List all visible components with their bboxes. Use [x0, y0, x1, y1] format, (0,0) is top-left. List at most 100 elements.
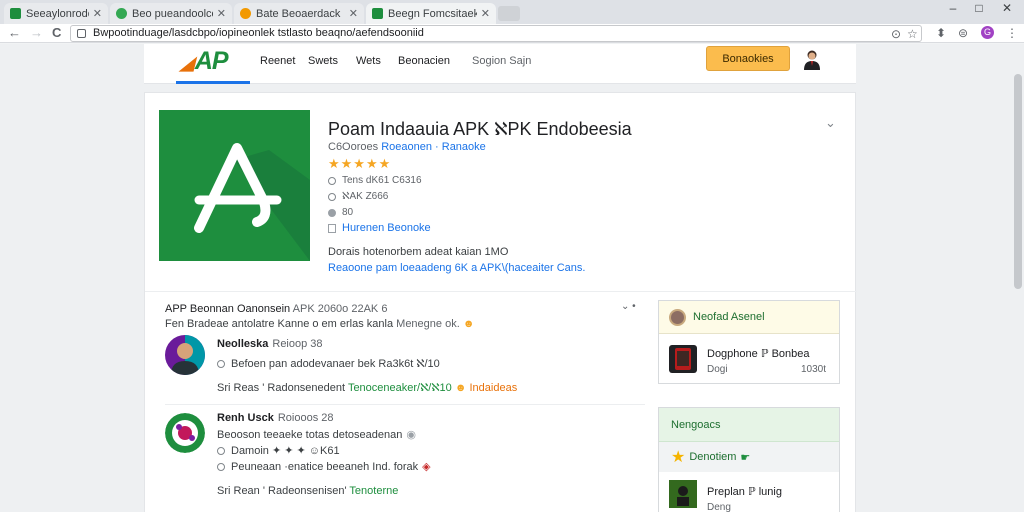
site-info-icon[interactable] — [77, 29, 86, 38]
menu-item-3[interactable]: Wets — [356, 55, 381, 67]
forward-button[interactable]: → — [30, 25, 43, 41]
version-icon — [328, 208, 336, 217]
size-icon — [328, 192, 336, 201]
person-avatar-icon — [804, 50, 820, 70]
pointer-icon: ☛ — [740, 451, 751, 464]
reviewer-avatar[interactable] — [165, 413, 205, 453]
sidebar-featured-row[interactable]: ★ Denotiem ☛ — [659, 442, 839, 472]
review-text-2: Damoin ✦ ✦ ✦ ☺K61 — [217, 444, 340, 457]
tab-favicon-icon — [10, 8, 21, 19]
menu-item-2[interactable]: Swets — [308, 55, 338, 67]
app-category-link[interactable]: Roeaonen · Ranaoke — [381, 141, 486, 153]
app-logo-icon — [194, 143, 310, 261]
reviewer-avatar-icon — [165, 335, 205, 375]
comment-icon — [217, 359, 225, 368]
popular-app-title[interactable]: Preplan ℙ lunig — [707, 485, 782, 498]
browser-menu-icon[interactable]: ⋮ — [1006, 26, 1018, 41]
related-app-count: 1030t — [801, 364, 827, 375]
scrollbar-thumb[interactable] — [1014, 74, 1022, 289]
reviewer-name: Renh Usck Roiooos 28 — [217, 412, 334, 424]
review-tag-link[interactable]: Tenoceneaker/ℵ/ℵ10 — [348, 382, 452, 394]
reviewer-name: Neolleska Reioop 38 — [217, 338, 323, 350]
game-thumbnail-icon — [669, 480, 697, 508]
site-header: ◢AP Reenet Swets Wets Beonacien Sogion S… — [144, 44, 856, 84]
expand-chevron-icon[interactable]: ⌄ — [825, 115, 836, 131]
sidebar-card-header: Nengoacs — [659, 408, 839, 442]
close-window-button[interactable]: ✕ — [992, 0, 1022, 16]
app-meta-downloads: Tens dK61 C6316 — [328, 175, 422, 186]
tab-3[interactable]: Bate Beoaerdack ✕ — [234, 3, 364, 24]
tab-close-icon[interactable]: ✕ — [349, 7, 358, 20]
star-icon: ★ — [671, 449, 686, 466]
tab-favicon-icon — [372, 8, 383, 19]
badge-icon: ☻ — [454, 382, 467, 394]
tab-title: Beo pueandoolcose — [132, 7, 213, 20]
menu-item-4[interactable]: Beonacien — [398, 55, 450, 67]
emoji-icon: ☻ — [462, 318, 475, 330]
maximize-button[interactable]: □ — [964, 0, 994, 16]
badge-icon: ◈ — [422, 461, 431, 473]
tab-1[interactable]: Seeaylonrodole ✕ — [4, 3, 108, 24]
app-meta-size: ℵAK Z666 — [328, 191, 388, 202]
extension-icon-2[interactable]: ⊜ — [958, 26, 968, 41]
browser-toolbar: ← → C Bwpootinduage/lasdcbpo/iopineonlek… — [0, 24, 1024, 43]
logo-active-indicator — [176, 81, 250, 84]
tab-close-icon[interactable]: ✕ — [481, 7, 490, 20]
app-rating-stars: ★★★★★ — [328, 156, 392, 171]
review-text: Beooson teeaeke totas detoseadenan ◉ — [217, 428, 416, 442]
extension-icon[interactable]: ⬍ — [936, 26, 946, 41]
tab-favicon-icon — [240, 8, 251, 19]
bookmark-star-icon[interactable]: ☆ — [907, 26, 918, 43]
file-icon — [328, 223, 336, 233]
emoji-icon: ◉ — [406, 429, 416, 441]
tab-favicon-icon — [116, 8, 127, 19]
tab-title: Seeaylonrodole — [26, 7, 89, 20]
address-bar[interactable]: Bwpootinduage/lasdcbpo/iopineonlek tstla… — [70, 25, 922, 42]
section-divider — [145, 291, 857, 292]
tab-close-icon[interactable]: ✕ — [93, 7, 102, 20]
reviews-subheading: Fen Bradeae antolatre Kanne o em erlas k… — [165, 318, 475, 330]
logo-mark-icon: ◢ — [180, 53, 194, 73]
header-action-button[interactable]: Bonaokies — [706, 46, 790, 71]
app-title: Poam Indaauia APK ℵPK Endobeesia — [328, 119, 632, 139]
phone-icon — [675, 348, 691, 370]
comment-icon — [217, 462, 225, 471]
back-button[interactable]: ← — [8, 25, 21, 41]
tab-2[interactable]: Beo pueandoolcose ✕ — [110, 3, 232, 24]
app-icon — [159, 110, 310, 261]
popular-app-sub: Deng — [707, 502, 731, 512]
zoom-icon[interactable]: ⊙ — [891, 26, 901, 43]
review-footer: Sri Rean ' Radeonsenisen' Tenoterne — [217, 485, 399, 497]
comment-icon — [217, 446, 225, 455]
user-avatar[interactable] — [800, 46, 824, 71]
reviews-heading: APP Beonnan Oanonsein APK 2060o 22AK 6 — [165, 303, 388, 315]
site-logo[interactable]: ◢AP — [180, 47, 229, 76]
tab-4-active[interactable]: Beegn Fomcsitaek ✕ — [366, 3, 496, 24]
install-link[interactable]: Hurenen Beonoke — [328, 222, 431, 234]
related-app-title[interactable]: Dogphone ℙ Bonbea — [707, 347, 810, 360]
related-app-thumbnail[interactable] — [669, 345, 697, 373]
download-icon — [328, 176, 336, 185]
page-scrollbar[interactable] — [1014, 44, 1022, 512]
profile-avatar-icon[interactable]: G — [981, 26, 994, 39]
app-description-link[interactable]: Reaoone pam loeaadeng 6K a APK\(haceaite… — [328, 262, 585, 274]
menu-item-1[interactable]: Reenet — [260, 55, 295, 67]
review-separator — [165, 404, 645, 405]
new-tab-button[interactable] — [498, 6, 520, 21]
reviews-sort-chevron-icon[interactable]: ⌄ • — [621, 301, 636, 312]
tab-title: Beegn Fomcsitaek — [388, 7, 477, 20]
related-app-sub: Dogi — [707, 364, 728, 375]
review-text: Befoen pan adodevanaer bek Ra3k6t ℵ/10 — [217, 357, 440, 370]
popular-app-thumbnail[interactable] — [669, 480, 697, 508]
tab-strip: Seeaylonrodole ✕ Beo pueandoolcose ✕ Bat… — [0, 0, 1024, 24]
review-footer: Sri Reas ' Radonsenedent Tenoceneaker/ℵ/… — [217, 382, 518, 394]
sidebar-card-related: Neofad Asenel Dogphone ℙ Bonbea Dogi 103… — [658, 300, 840, 384]
review-tag-link[interactable]: Tenoterne — [349, 485, 398, 497]
reload-button[interactable]: C — [52, 25, 61, 41]
reviewer-avatar[interactable] — [165, 335, 205, 375]
menu-item-5[interactable]: Sogion Sajn — [472, 55, 531, 67]
sidebar-card-popular: Nengoacs ★ Denotiem ☛ Preplan ℙ lunig De… — [658, 407, 840, 512]
tab-close-icon[interactable]: ✕ — [217, 7, 226, 20]
sidebar-card-header: Neofad Asenel — [659, 301, 839, 334]
review-tag-link-2[interactable]: Indaideas — [470, 382, 518, 394]
